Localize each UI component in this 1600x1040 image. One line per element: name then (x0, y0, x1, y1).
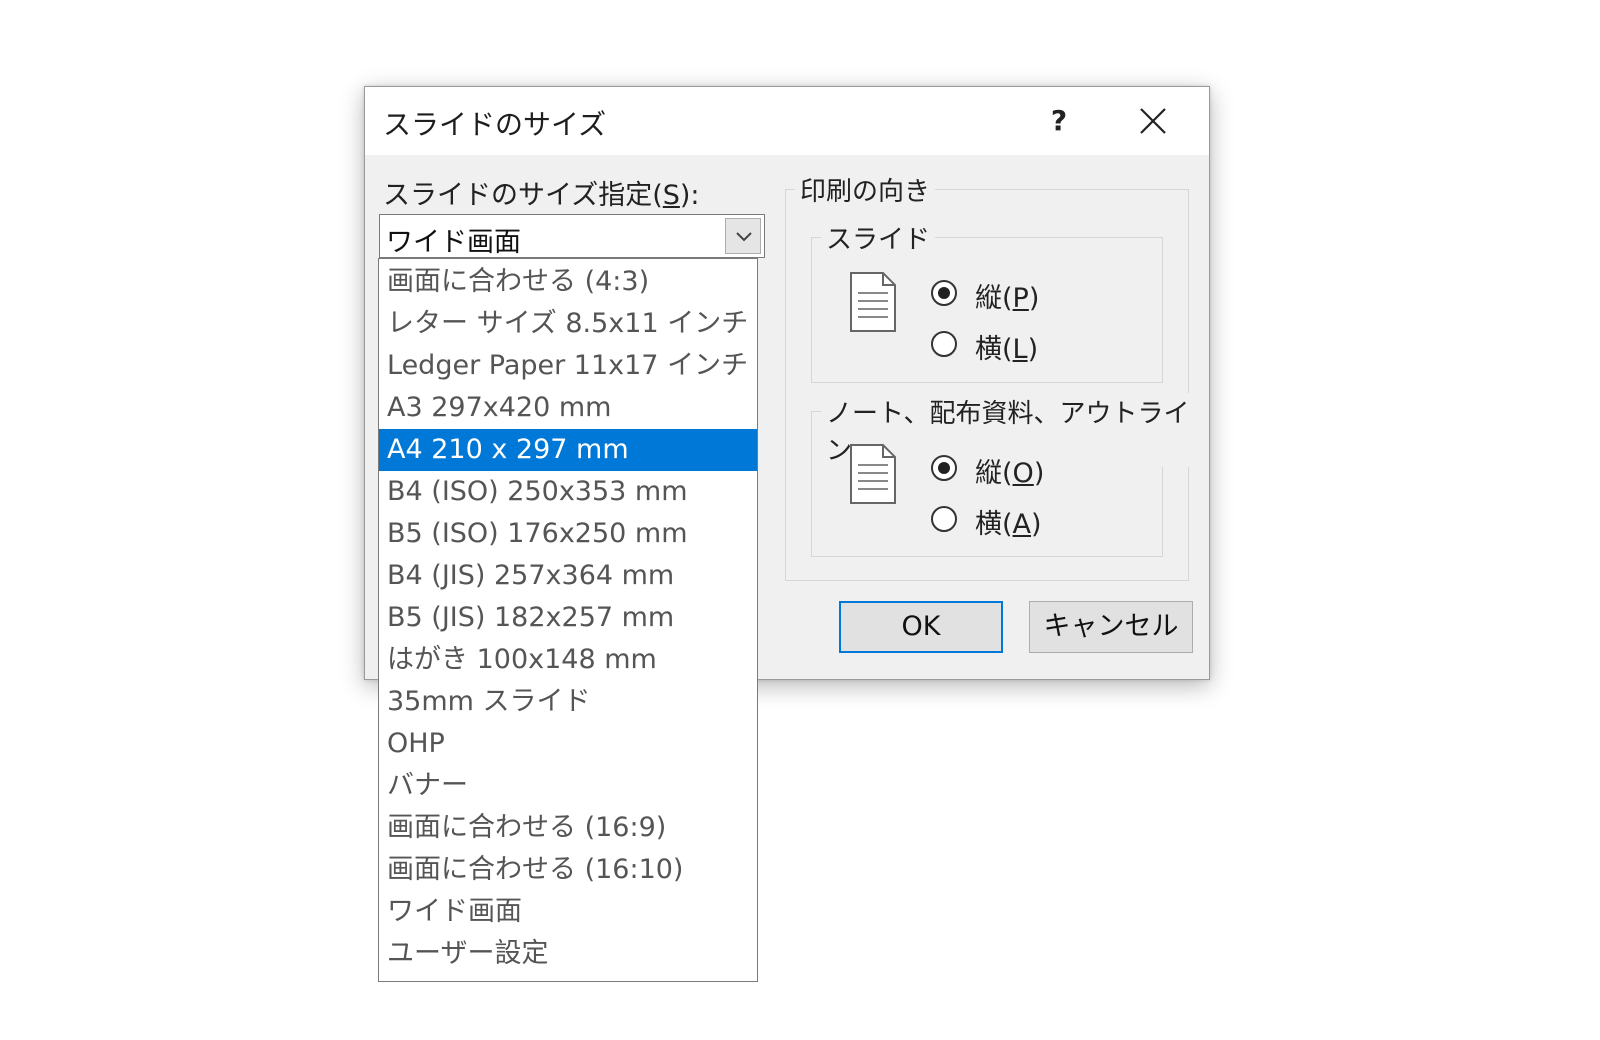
dropdown-option[interactable]: 画面に合わせる (16:9) (379, 807, 757, 849)
slide-landscape-label: 横(L) (975, 334, 1039, 365)
title-bar: スライドのサイズ ? (365, 87, 1209, 155)
chevron-down-icon (736, 232, 752, 242)
dropdown-option[interactable]: レター サイズ 8.5x11 インチ (379, 303, 757, 345)
dropdown-option[interactable]: ワイド画面 (379, 891, 757, 933)
dropdown-option[interactable]: B4 (JIS) 257x364 mm (379, 555, 757, 597)
dropdown-option[interactable]: ユーザー設定 (379, 933, 757, 975)
slide-portrait-label: 縦(P) (975, 283, 1040, 314)
notes-landscape-label: 横(A) (975, 509, 1042, 540)
radio-button-checked[interactable] (931, 280, 957, 306)
ok-button[interactable]: OK (839, 601, 1003, 653)
radio-button[interactable] (931, 506, 957, 532)
orientation-group-label: 印刷の向き (795, 171, 936, 208)
dropdown-option[interactable]: バナー (379, 765, 757, 807)
dropdown-option[interactable]: A4 210 x 297 mm (379, 429, 757, 471)
radio-button-checked[interactable] (931, 455, 957, 481)
dropdown-option[interactable]: 35mm スライド (379, 681, 757, 723)
cancel-button[interactable]: キャンセル (1029, 601, 1193, 653)
slide-size-label: スライドのサイズ指定(S): (383, 180, 700, 211)
dropdown-option[interactable]: はがき 100x148 mm (379, 639, 757, 681)
slide-size-combobox[interactable]: ワイド画面 (379, 214, 765, 258)
slide-group-label: スライド (821, 219, 936, 256)
close-button[interactable] (1123, 97, 1183, 145)
dropdown-option[interactable]: B4 (ISO) 250x353 mm (379, 471, 757, 513)
notes-portrait-label: 縦(O) (975, 458, 1045, 489)
dropdown-option[interactable]: B5 (JIS) 182x257 mm (379, 597, 757, 639)
dialog-title: スライドのサイズ (383, 108, 607, 141)
slide-size-dropdown-list: 画面に合わせる (4:3) レター サイズ 8.5x11 インチ Ledger Pa… (378, 258, 758, 982)
dropdown-option[interactable]: OHP (379, 723, 757, 765)
combobox-dropdown-button[interactable] (725, 218, 761, 254)
close-icon (1140, 108, 1166, 134)
dropdown-option[interactable]: B5 (ISO) 176x250 mm (379, 513, 757, 555)
combobox-value: ワイド画面 (386, 227, 521, 258)
dropdown-option[interactable]: 画面に合わせる (16:10) (379, 849, 757, 891)
dropdown-option[interactable]: 画面に合わせる (4:3) (379, 261, 757, 303)
document-icon (850, 444, 896, 504)
help-button[interactable]: ? (1031, 99, 1087, 143)
document-icon (850, 272, 896, 332)
radio-button[interactable] (931, 331, 957, 357)
dropdown-option[interactable]: Ledger Paper 11x17 インチ (379, 345, 757, 387)
dropdown-option[interactable]: A3 297x420 mm (379, 387, 757, 429)
